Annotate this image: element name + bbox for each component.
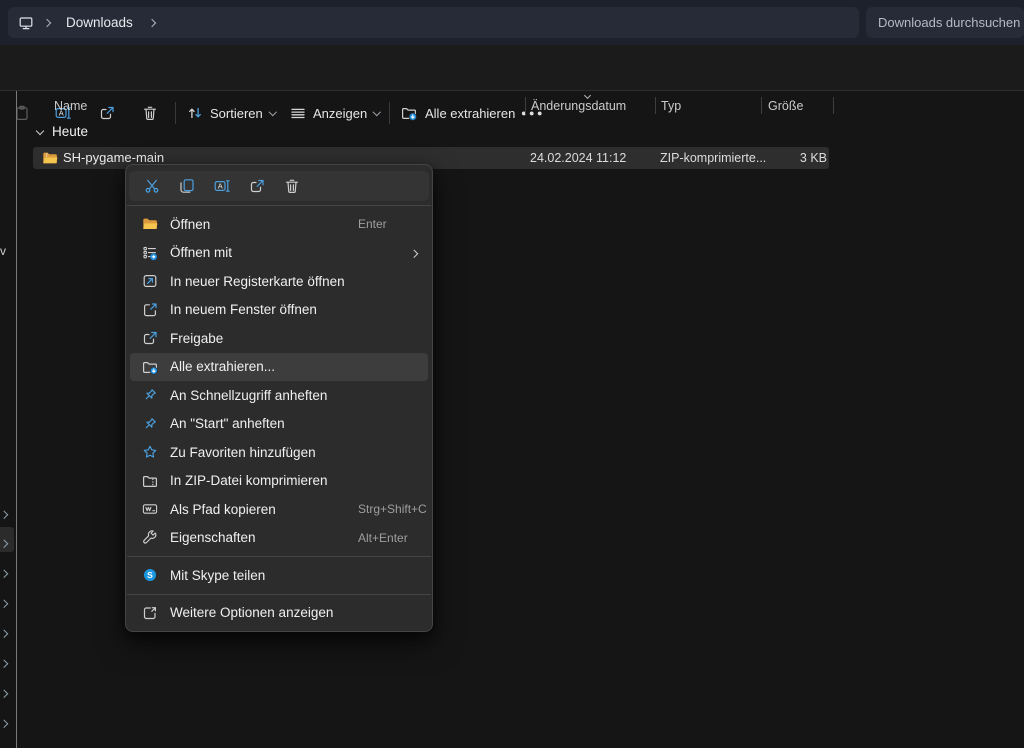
cut-button[interactable] bbox=[134, 173, 169, 199]
rename-button[interactable] bbox=[204, 173, 239, 199]
context-menu: Öffnen Enter Öffnen mit In neuer Registe… bbox=[125, 164, 433, 632]
search-input[interactable]: Downloads durchsuchen bbox=[866, 7, 1024, 38]
column-header-name[interactable]: Name bbox=[54, 97, 87, 115]
zip-folder-icon bbox=[42, 150, 58, 166]
new-tab-icon bbox=[142, 273, 158, 289]
submenu-chevron-icon bbox=[411, 244, 417, 262]
open-with-icon bbox=[142, 245, 158, 261]
menu-item-schnellzugriff-anheften[interactable]: An Schnellzugriff anheften bbox=[130, 381, 428, 410]
skype-icon bbox=[142, 567, 158, 583]
new-window-icon bbox=[142, 302, 158, 318]
tree-expand-chevron-icon[interactable] bbox=[1, 593, 11, 605]
sort-label: Sortieren bbox=[210, 106, 263, 121]
address-bar-strip: Downloads Downloads durchsuchen bbox=[0, 0, 1024, 46]
column-divider[interactable] bbox=[525, 97, 526, 114]
this-pc-monitor-icon bbox=[18, 15, 34, 31]
column-header-size[interactable]: Größe bbox=[768, 97, 803, 115]
share-button[interactable] bbox=[239, 173, 274, 199]
menu-item-start-anheften[interactable]: An "Start" anheften bbox=[130, 410, 428, 439]
tree-expand-chevron-icon[interactable] bbox=[1, 533, 11, 545]
group-header-heute[interactable]: Heute bbox=[52, 123, 88, 141]
toolbar-divider bbox=[389, 102, 390, 124]
view-lines-icon bbox=[290, 105, 306, 121]
share-button[interactable] bbox=[91, 97, 123, 129]
menu-item-eigenschaften[interactable]: Eigenschaften Alt+Enter bbox=[130, 524, 428, 553]
share-icon bbox=[142, 330, 158, 346]
column-header-modified[interactable]: Änderungsdatum bbox=[531, 97, 626, 115]
delete-button[interactable] bbox=[134, 97, 166, 129]
toolbar-divider bbox=[175, 102, 176, 124]
menu-item-oeffnen[interactable]: Öffnen Enter bbox=[130, 210, 428, 239]
pin-icon bbox=[142, 416, 158, 432]
menu-separator bbox=[127, 205, 431, 206]
file-explorer-window: Downloads Downloads durchsuchen Sortiere… bbox=[0, 0, 1024, 748]
delete-button[interactable] bbox=[274, 173, 309, 199]
copy-button[interactable] bbox=[169, 173, 204, 199]
menu-item-weitere-optionen[interactable]: Weitere Optionen anzeigen bbox=[130, 599, 428, 628]
show-more-icon bbox=[142, 605, 158, 621]
search-placeholder: Downloads durchsuchen bbox=[878, 15, 1020, 30]
share-icon bbox=[249, 178, 265, 194]
extract-folder-icon bbox=[142, 359, 158, 375]
tree-expand-chevron-icon[interactable] bbox=[1, 713, 11, 725]
column-divider[interactable] bbox=[833, 97, 834, 114]
tree-expand-chevron-icon[interactable] bbox=[1, 563, 11, 575]
view-label: Anzeigen bbox=[313, 106, 367, 121]
view-dropdown[interactable]: Anzeigen bbox=[286, 97, 384, 129]
scissors-icon bbox=[144, 178, 160, 194]
chevron-down-icon bbox=[373, 108, 381, 116]
menu-item-als-pfad-kopieren[interactable]: Als Pfad kopieren Strg+Shift+C bbox=[130, 495, 428, 524]
pin-icon bbox=[142, 387, 158, 403]
menu-item-skype-teilen[interactable]: Mit Skype teilen bbox=[130, 561, 428, 590]
menu-item-alle-extrahieren[interactable]: Alle extrahieren... bbox=[130, 353, 428, 382]
tree-expand-chevron-icon[interactable] bbox=[1, 504, 11, 516]
breadcrumb-downloads[interactable]: Downloads bbox=[66, 15, 133, 30]
copy-path-icon bbox=[142, 501, 158, 517]
paste-button[interactable] bbox=[6, 97, 38, 129]
menu-item-favoriten[interactable]: Zu Favoriten hinzufügen bbox=[130, 438, 428, 467]
tree-expand-chevron-icon[interactable] bbox=[1, 653, 11, 665]
trash-icon bbox=[284, 178, 300, 194]
column-divider[interactable] bbox=[655, 97, 656, 114]
menu-item-zip-komprimieren[interactable]: In ZIP-Datei komprimieren bbox=[130, 467, 428, 496]
tree-label-fragment: v bbox=[0, 244, 6, 258]
tree-expand-chevron-icon[interactable] bbox=[1, 623, 11, 635]
menu-separator bbox=[127, 594, 431, 595]
copy-icon bbox=[179, 178, 195, 194]
tree-expand-chevron-icon[interactable] bbox=[1, 683, 11, 695]
sort-arrows-icon bbox=[187, 105, 203, 121]
chevron-down-icon bbox=[269, 108, 277, 116]
group-collapse-chevron-icon[interactable] bbox=[36, 127, 44, 135]
column-divider[interactable] bbox=[761, 97, 762, 114]
menu-item-neues-fenster[interactable]: In neuem Fenster öffnen bbox=[130, 296, 428, 325]
quick-actions-bar bbox=[129, 171, 429, 201]
menu-item-oeffnen-mit[interactable]: Öffnen mit bbox=[130, 239, 428, 268]
zip-folder-outline-icon bbox=[142, 473, 158, 489]
command-toolbar: Sortieren Anzeigen Alle extrahieren ●●● bbox=[0, 45, 1024, 91]
file-size: 3 KB bbox=[745, 149, 827, 167]
file-modified: 24.02.2024 11:12 bbox=[530, 149, 626, 167]
wrench-icon bbox=[142, 530, 158, 546]
menu-item-freigabe[interactable]: Freigabe bbox=[130, 324, 428, 353]
folder-icon bbox=[142, 216, 158, 232]
breadcrumb-chevron-icon bbox=[148, 18, 156, 26]
column-header-type[interactable]: Typ bbox=[661, 97, 681, 115]
address-bar[interactable]: Downloads bbox=[8, 7, 859, 38]
pane-divider[interactable] bbox=[16, 91, 17, 748]
share-icon bbox=[99, 105, 116, 122]
menu-separator bbox=[127, 556, 431, 557]
breadcrumb-chevron-icon bbox=[43, 18, 51, 26]
sort-dropdown[interactable]: Sortieren bbox=[183, 97, 279, 129]
extract-label: Alle extrahieren bbox=[425, 106, 515, 121]
extract-all-button[interactable]: Alle extrahieren bbox=[397, 97, 519, 129]
menu-item-neue-registerkarte[interactable]: In neuer Registerkarte öffnen bbox=[130, 267, 428, 296]
trash-icon bbox=[142, 105, 159, 122]
rename-icon bbox=[214, 178, 230, 194]
extract-folder-icon bbox=[401, 105, 418, 122]
star-icon bbox=[142, 444, 158, 460]
